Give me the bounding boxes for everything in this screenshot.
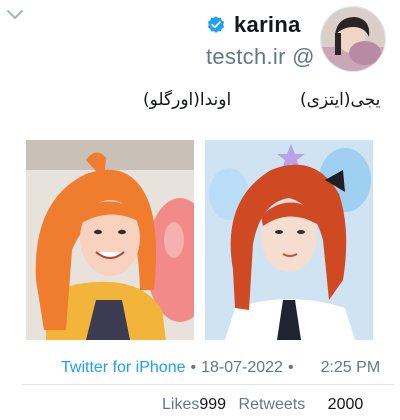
tweet-photo-left[interactable] xyxy=(26,140,194,340)
likes-label[interactable]: Likes xyxy=(162,396,199,413)
chevron-down-icon[interactable] xyxy=(6,8,24,22)
author-name[interactable]: karina xyxy=(234,12,301,38)
tweet-stats: Likes999 Retweets 2000 xyxy=(162,396,363,414)
caption-right: یجی(ایتزی) xyxy=(300,90,381,110)
tweet-time: 2:25 PM xyxy=(320,359,381,376)
author-name-row: karina xyxy=(206,12,301,38)
tweet-date: 18-07-2022 xyxy=(201,359,283,376)
retweets-label[interactable]: Retweets xyxy=(239,396,306,413)
tweet-photo-right[interactable] xyxy=(205,140,373,340)
retweets-count: 2000 xyxy=(327,396,364,413)
author-handle[interactable]: testch.ir @ xyxy=(206,44,315,70)
caption-left: اوندا(اورگلو) xyxy=(143,90,232,110)
tweet-meta: Twitter for iPhone • 18-07-2022 • 2:25 P… xyxy=(61,359,380,377)
separator-dot: • xyxy=(190,359,197,376)
avatar[interactable] xyxy=(320,6,386,72)
tweet-source-link[interactable]: Twitter for iPhone xyxy=(61,359,186,377)
divider xyxy=(22,384,394,385)
verified-badge-icon xyxy=(207,16,225,33)
likes-count: 999 xyxy=(199,396,227,413)
separator-dot: • xyxy=(287,359,294,376)
